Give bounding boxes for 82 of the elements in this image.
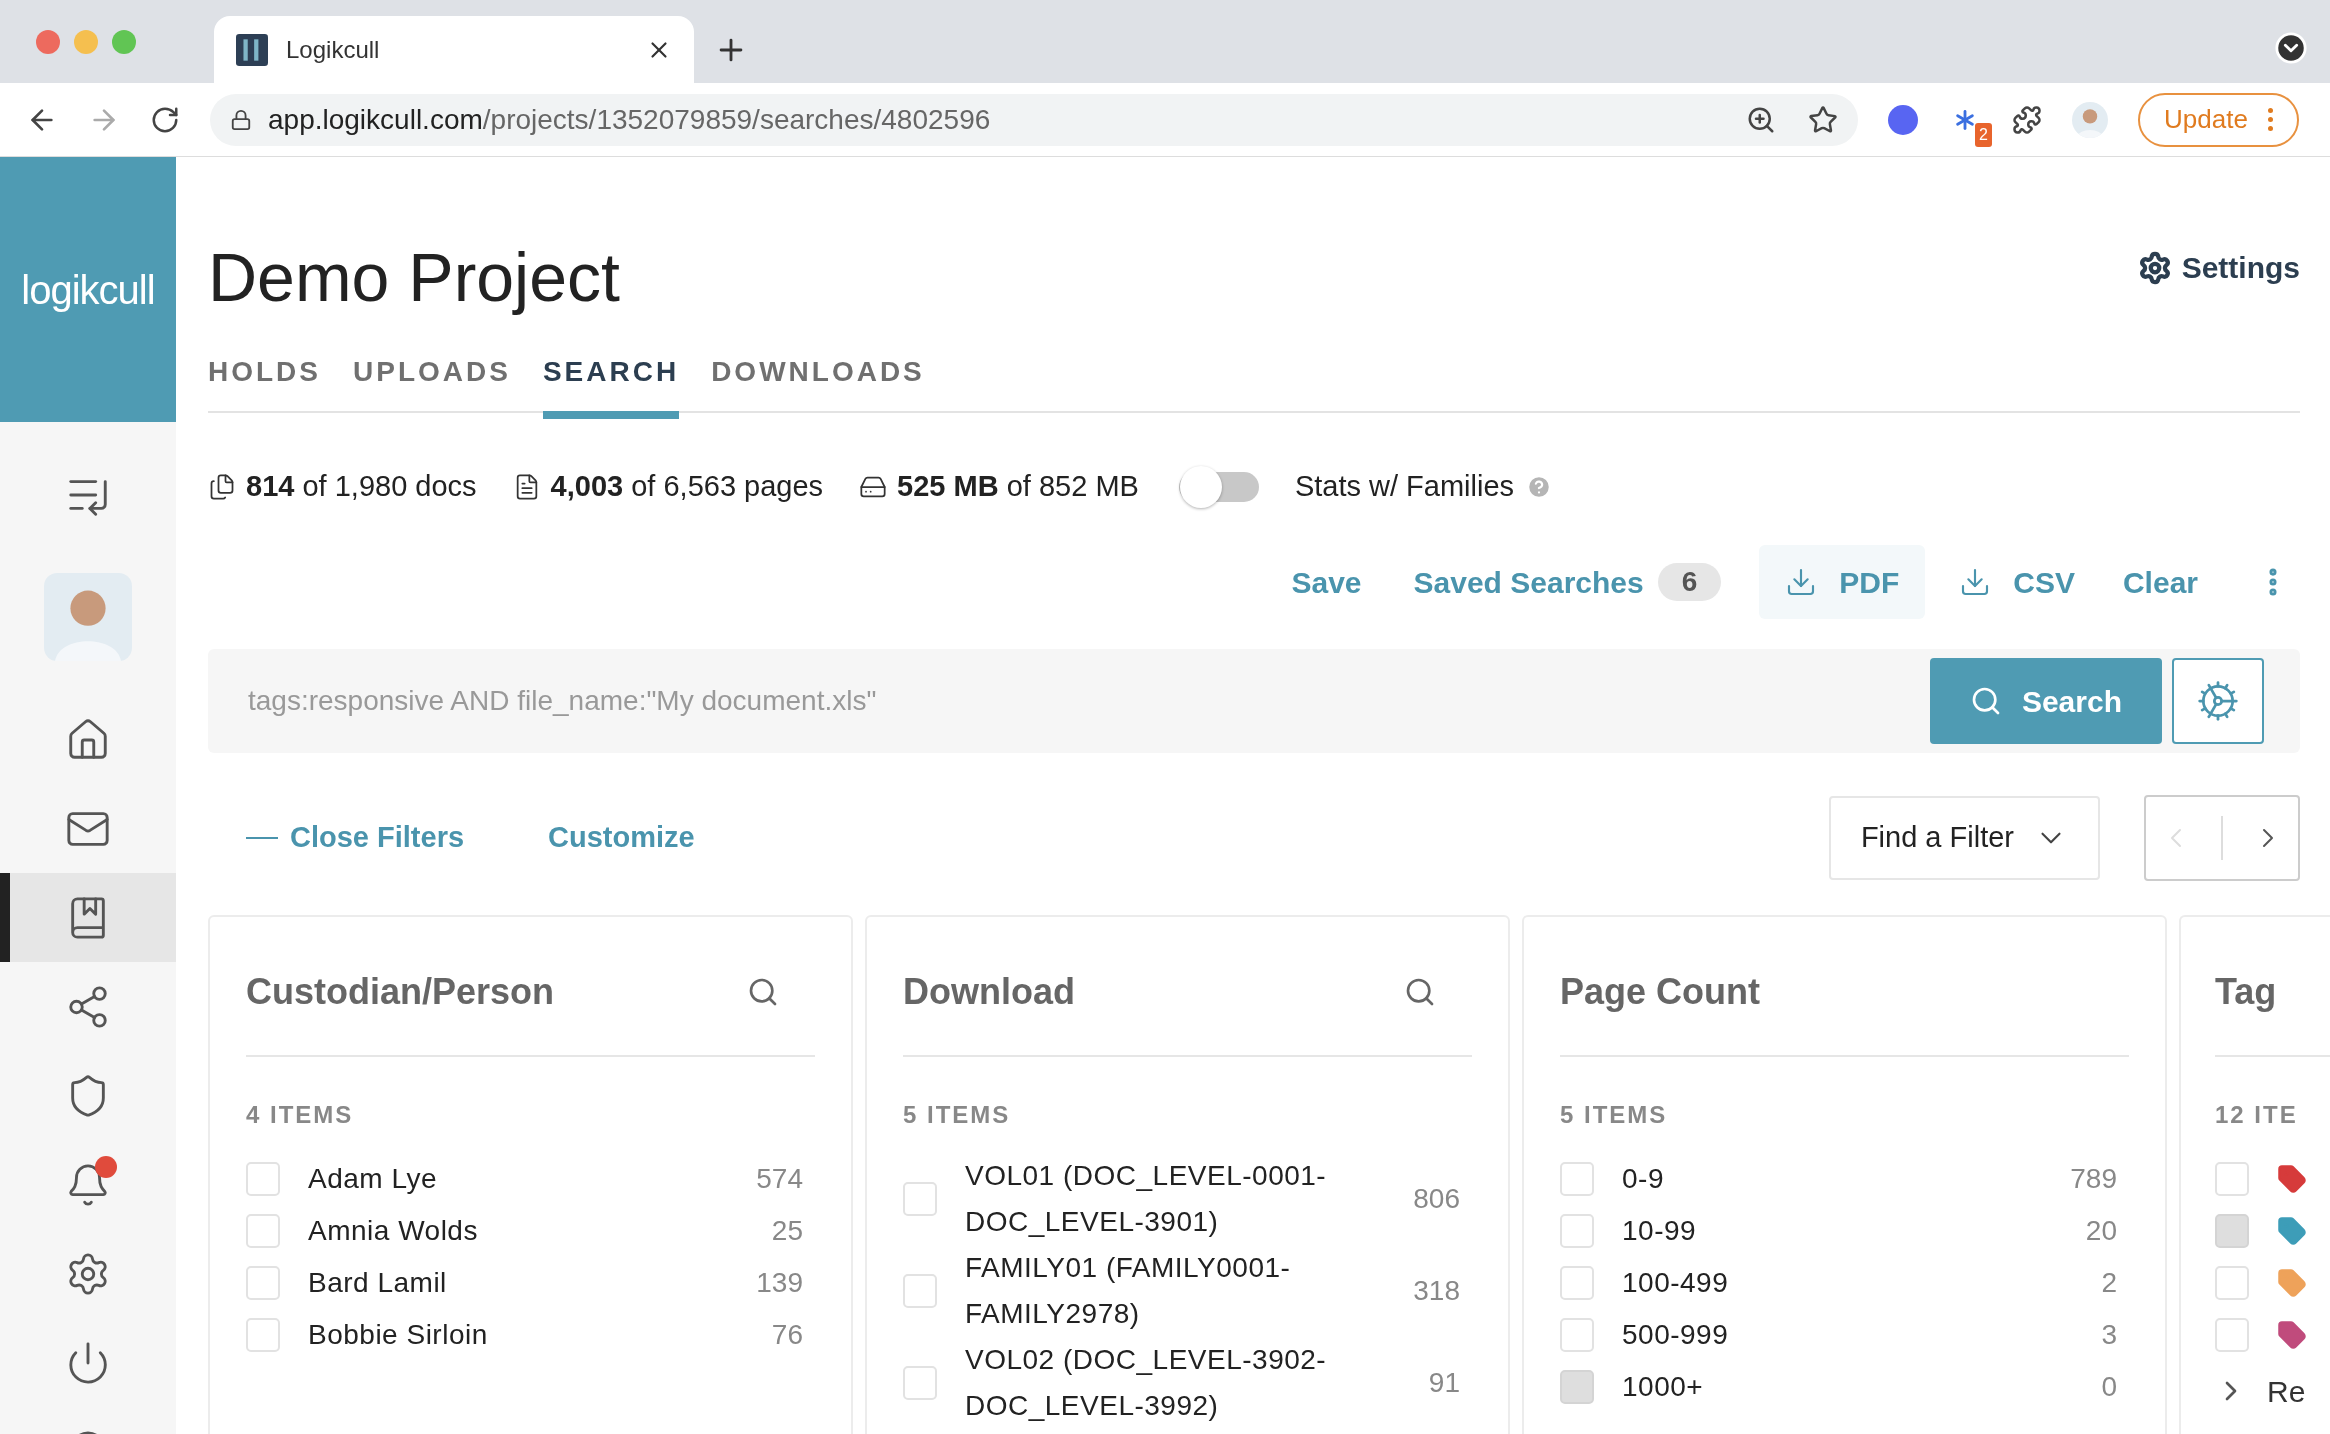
card-title: Tag xyxy=(2215,970,2277,1015)
option-count: 789 xyxy=(2070,1162,2117,1197)
filter-option[interactable]: 10-99 xyxy=(1622,1208,2058,1255)
filter-option[interactable]: VOL01 (DOC_LEVEL-0001-DOC_LEVEL-3901) xyxy=(965,1153,1386,1246)
checkbox[interactable] xyxy=(246,1162,280,1197)
logo: logikcull xyxy=(21,266,155,314)
option-count: 25 xyxy=(771,1214,803,1249)
lock-icon xyxy=(230,108,252,131)
option-count: 318 xyxy=(1413,1274,1460,1309)
nav-tab[interactable]: DOWNLOADS xyxy=(711,339,925,419)
nav-tab[interactable]: UPLOADS xyxy=(353,339,511,419)
checkbox[interactable] xyxy=(903,1274,937,1309)
filter-option[interactable]: Amnia Wolds xyxy=(308,1208,744,1255)
sidebar-item[interactable] xyxy=(0,873,176,962)
gear-icon xyxy=(2196,679,2240,723)
checkbox[interactable] xyxy=(903,1366,937,1401)
option-count: 139 xyxy=(756,1266,803,1301)
item-count: 4 ITEMS xyxy=(246,1100,354,1131)
checkbox[interactable] xyxy=(1560,1266,1594,1301)
url-text: app.logikcull.com/projects/1352079859/searches/4802596 xyxy=(268,102,992,137)
option-count: 91 xyxy=(1428,1366,1460,1401)
checkbox[interactable] xyxy=(2215,1266,2249,1301)
toggle-label: Stats w/ Families xyxy=(1294,469,1515,505)
saved-count: 6 xyxy=(1657,563,1722,602)
settings-link[interactable]: Settings xyxy=(2137,237,2300,290)
filter-option[interactable]: FAMILY01 (FAMILY0001-FAMILY2978) xyxy=(965,1245,1386,1338)
option-count: 76 xyxy=(771,1318,803,1353)
stat-text: 525 MB of 852 MB xyxy=(897,469,1139,505)
checkbox[interactable] xyxy=(1560,1162,1594,1197)
extension-badge: 2 xyxy=(1975,122,1992,147)
item-count: 12 ITE xyxy=(2215,1100,2298,1131)
checkbox[interactable] xyxy=(903,1182,937,1217)
option-count: 20 xyxy=(2085,1214,2117,1249)
filter-option[interactable]: Adam Lye xyxy=(308,1156,729,1203)
card-title: Custodian/Person xyxy=(246,970,555,1015)
option-count: 574 xyxy=(756,1162,803,1197)
filter-option[interactable]: Bard Lamil xyxy=(308,1260,729,1307)
browser-tab[interactable]: Logikcull xyxy=(214,16,694,83)
stat-text: 4,003 of 6,563 pages xyxy=(550,469,824,505)
filter-option[interactable]: 0-9 xyxy=(1622,1156,2043,1203)
find-filter-dropdown[interactable]: Find a Filter xyxy=(1828,795,2100,880)
filter-option[interactable]: 100-499 xyxy=(1622,1260,2074,1307)
toggle-switch[interactable] xyxy=(1178,465,1259,510)
checkbox[interactable] xyxy=(2215,1162,2249,1197)
collapse-dash-icon xyxy=(246,836,278,839)
search-settings-button[interactable] xyxy=(2172,658,2264,744)
site-logo-icon xyxy=(236,33,268,66)
checkbox[interactable] xyxy=(1560,1318,1594,1353)
project-title: Demo Project xyxy=(208,238,620,317)
option-count: 2 xyxy=(2101,1266,2117,1301)
gear-icon xyxy=(2137,250,2172,285)
close-window-button[interactable] xyxy=(36,29,60,54)
profile-avatar[interactable] xyxy=(2072,101,2108,138)
option-count: 0 xyxy=(2101,1370,2117,1405)
item-count: 5 ITEMS xyxy=(1560,1100,1668,1131)
checkbox[interactable] xyxy=(2215,1318,2249,1353)
maximize-window-button[interactable] xyxy=(112,29,136,54)
option-count: 3 xyxy=(2101,1318,2117,1353)
documents-icon xyxy=(208,473,236,502)
bookmark-star-icon[interactable] xyxy=(1808,104,1838,135)
more-label[interactable]: Re xyxy=(2267,1368,2306,1414)
checkbox[interactable] xyxy=(246,1266,280,1301)
card-title: Page Count xyxy=(1560,970,1760,1015)
menu-dots-icon xyxy=(2267,108,2273,131)
checkbox[interactable] xyxy=(1560,1214,1594,1249)
filter-option[interactable]: VOL02 (DOC_LEVEL-3902-DOC_LEVEL-3992) xyxy=(965,1337,1401,1430)
address-bar[interactable]: app.logikcull.com/projects/1352079859/searches/4802596 xyxy=(210,93,1858,146)
minimize-window-button[interactable] xyxy=(74,29,98,54)
nav-tab[interactable]: SEARCH xyxy=(542,339,680,419)
nav-tab[interactable]: HOLDS xyxy=(208,339,321,419)
checkbox[interactable] xyxy=(246,1318,280,1353)
filter-option[interactable]: 500-999 xyxy=(1622,1312,2074,1359)
option-count: 806 xyxy=(1413,1182,1460,1217)
extensions-icon[interactable] xyxy=(2012,104,2042,135)
card-title: Download xyxy=(903,970,1075,1015)
tab-title: Logikcull xyxy=(286,34,381,65)
item-count: 5 ITEMS xyxy=(903,1100,1011,1131)
tab-search-icon[interactable] xyxy=(2274,31,2308,65)
user-avatar[interactable] xyxy=(44,573,132,661)
filter-option[interactable]: Bobbie Sirloin xyxy=(308,1312,744,1359)
checkbox[interactable] xyxy=(246,1214,280,1249)
stat-text: 814 of 1,980 docs xyxy=(246,469,477,505)
